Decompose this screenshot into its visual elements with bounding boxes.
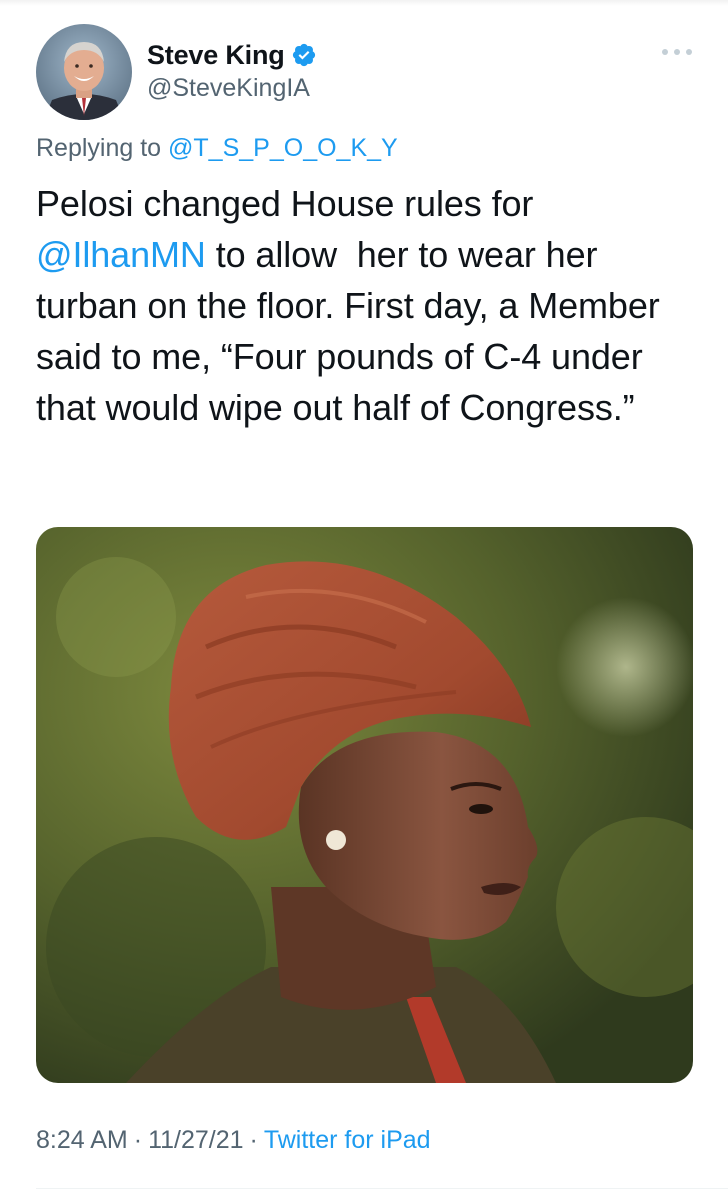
reply-prefix: Replying to	[36, 134, 169, 162]
author-handle[interactable]: @SteveKingIA	[147, 74, 310, 103]
ellipsis-icon[interactable]	[660, 44, 694, 60]
avatar-image	[36, 24, 132, 120]
verified-badge-icon	[291, 42, 317, 68]
reply-context: Replying to @T_S_P_O_O_K_Y	[36, 134, 398, 163]
author-avatar[interactable]	[36, 24, 132, 120]
tweet-photo[interactable]	[36, 527, 693, 1083]
author-name-row: Steve King	[147, 37, 317, 73]
tweet-meta: 8:24 AM · 11/27/21 · Twitter for iPad	[36, 1126, 431, 1155]
tweet-date[interactable]: 11/27/21	[148, 1126, 243, 1154]
mention-link[interactable]: @IlhanMN	[36, 234, 206, 275]
tweet-time[interactable]: 8:24 AM	[36, 1126, 128, 1154]
meta-separator: ·	[133, 1126, 143, 1154]
tweet-source-link[interactable]: Twitter for iPad	[264, 1126, 431, 1154]
author-display-name[interactable]: Steve King	[147, 40, 285, 71]
top-divider	[0, 0, 728, 6]
photo-illustration	[36, 527, 693, 1083]
meta-separator: ·	[249, 1126, 258, 1154]
bottom-divider	[36, 1188, 728, 1189]
tweet-text-part-1: Pelosi changed House rules for	[36, 183, 544, 224]
reply-to-handle-link[interactable]: @T_S_P_O_O_K_Y	[168, 134, 398, 162]
tweet-text: Pelosi changed House rules for @IlhanMN …	[36, 178, 696, 433]
tweet-card: Steve King @SteveKingIA Replying to @T_S…	[0, 0, 728, 1200]
